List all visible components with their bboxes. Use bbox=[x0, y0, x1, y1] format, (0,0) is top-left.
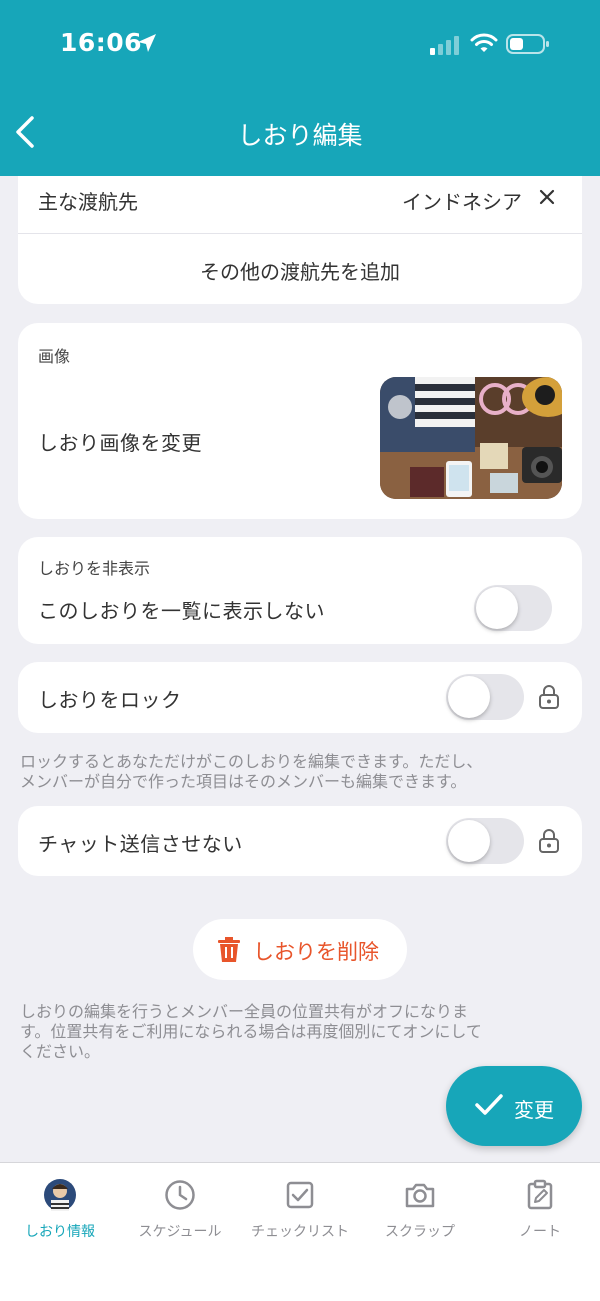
tab-schedule-label: スケジュール bbox=[138, 1224, 222, 1240]
tab-schedule[interactable]: スケジュール bbox=[120, 1163, 240, 1263]
check-icon bbox=[475, 1094, 503, 1115]
lock-label: しおりをロック bbox=[38, 688, 182, 712]
bottom-tab-bar: しおり情報 スケジュール チェックリスト スクラップ ノート bbox=[0, 1162, 600, 1301]
battery-icon bbox=[506, 34, 549, 54]
main-destination-label: 主な渡航先 bbox=[38, 190, 138, 214]
chat-toggle-knob bbox=[448, 820, 490, 862]
lock-card: しおりをロック bbox=[18, 662, 582, 733]
avatar-icon bbox=[44, 1179, 76, 1211]
app-header: 16:06 しおり編集 bbox=[0, 0, 600, 176]
cover-image-thumbnail[interactable] bbox=[380, 377, 562, 499]
lock-note-line2: メンバーが自分で作った項目はそのメンバーも編集できます。 bbox=[20, 772, 467, 791]
tab-scrap-label: スクラップ bbox=[385, 1224, 455, 1240]
hide-label: このしおりを一覧に表示しない bbox=[38, 599, 325, 623]
lock-icon bbox=[539, 829, 559, 853]
tab-info-label: しおり情報 bbox=[25, 1224, 95, 1240]
bottom-note-line1: しおりの編集を行うとメンバー全員の位置共有がオフになりま bbox=[20, 1002, 469, 1021]
bottom-note-line3: ください。 bbox=[20, 1042, 101, 1061]
tab-info[interactable]: しおり情報 bbox=[0, 1163, 120, 1263]
image-heading: 画像 bbox=[38, 347, 71, 366]
clock-icon bbox=[165, 1180, 195, 1210]
status-time: 16:06 bbox=[60, 28, 143, 57]
lock-toggle-knob bbox=[448, 676, 490, 718]
add-destination-button[interactable]: その他の渡航先を追加 bbox=[18, 234, 582, 304]
main-destination-value: インドネシア bbox=[402, 190, 522, 214]
chat-card: チャット送信させない bbox=[18, 806, 582, 876]
image-card[interactable]: 画像 しおり画像を変更 bbox=[18, 323, 582, 519]
location-arrow-icon bbox=[138, 34, 156, 52]
hide-toggle-knob bbox=[476, 587, 518, 629]
tab-note-label: ノート bbox=[519, 1224, 561, 1240]
delete-button[interactable]: しおりを削除 bbox=[193, 919, 407, 980]
hide-toggle[interactable] bbox=[474, 585, 552, 631]
tab-checklist-label: チェックリスト bbox=[251, 1224, 349, 1240]
chat-toggle[interactable] bbox=[446, 818, 524, 864]
checkbox-icon bbox=[286, 1181, 314, 1209]
page-title: しおり編集 bbox=[237, 121, 363, 150]
chat-label: チャット送信させない bbox=[38, 832, 243, 856]
delete-button-label: しおりを削除 bbox=[253, 940, 379, 964]
lock-icon bbox=[539, 685, 559, 709]
hide-card: しおりを非表示 このしおりを一覧に表示しない bbox=[18, 537, 582, 644]
save-button[interactable]: 変更 bbox=[446, 1066, 582, 1146]
save-button-label: 変更 bbox=[514, 1098, 554, 1122]
tab-scrap[interactable]: スクラップ bbox=[360, 1163, 480, 1263]
note-icon bbox=[527, 1179, 553, 1210]
tab-checklist[interactable]: チェックリスト bbox=[240, 1163, 360, 1263]
lock-note: ロックするとあなただけがこのしおりを編集できます。ただし、 メンバーが自分で作っ… bbox=[20, 752, 580, 792]
wifi-icon bbox=[470, 33, 498, 52]
camera-icon bbox=[405, 1183, 435, 1208]
lock-toggle[interactable] bbox=[446, 674, 524, 720]
change-image-label[interactable]: しおり画像を変更 bbox=[38, 427, 202, 456]
bottom-note: しおりの編集を行うとメンバー全員の位置共有がオフになりま す。位置共有をご利用に… bbox=[20, 1002, 580, 1062]
signal-icon bbox=[430, 36, 459, 55]
trash-icon bbox=[218, 937, 240, 962]
tab-note[interactable]: ノート bbox=[480, 1163, 600, 1263]
lock-note-line1: ロックするとあなただけがこのしおりを編集できます。ただし、 bbox=[20, 752, 483, 771]
hide-heading: しおりを非表示 bbox=[38, 559, 151, 578]
bottom-note-line2: す。位置共有をご利用になられる場合は再度個別にてオンにして bbox=[20, 1022, 482, 1041]
remove-destination-icon[interactable] bbox=[536, 186, 558, 208]
